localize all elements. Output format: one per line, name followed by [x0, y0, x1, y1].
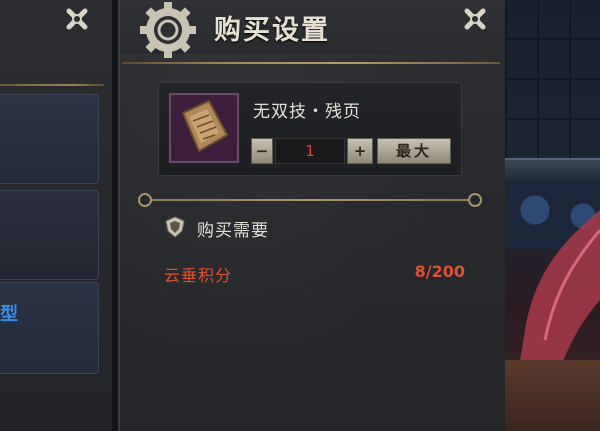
- divider-dot-left: [138, 193, 152, 207]
- item-icon: [169, 93, 239, 163]
- quantity-field[interactable]: 1: [275, 138, 345, 164]
- requirements-heading: 购买需要: [197, 221, 269, 241]
- currency-name: 云垂积分: [164, 266, 233, 285]
- background-scene: [505, 0, 600, 431]
- left-panel: 型: [0, 0, 113, 431]
- scene-window-lattice: [505, 0, 600, 160]
- title-bar: 购买设置: [120, 0, 505, 58]
- divider-dot-right: [468, 193, 482, 207]
- left-tab-1[interactable]: [0, 94, 99, 184]
- max-quantity-button[interactable]: 最大: [377, 138, 451, 164]
- scroll-page-icon: [181, 99, 229, 153]
- left-tab-3[interactable]: [0, 282, 99, 374]
- page-title: 购买设置: [214, 15, 330, 46]
- close-icon[interactable]: [62, 4, 92, 34]
- close-icon[interactable]: [460, 4, 490, 34]
- increase-quantity-button[interactable]: +: [347, 138, 373, 164]
- scene-beam: [505, 158, 600, 182]
- decrease-quantity-button[interactable]: −: [251, 138, 273, 164]
- shield-icon: [165, 216, 185, 238]
- currency-value: 8/200: [414, 262, 465, 281]
- gear-icon: [140, 2, 196, 58]
- item-name: 无双技・残页: [253, 102, 361, 122]
- left-tab-label: 型: [0, 304, 18, 325]
- item-card: 无双技・残页 − 1 + 最大: [158, 82, 462, 176]
- title-divider: [122, 62, 500, 64]
- purchase-settings-panel: 购买设置 无双技・残页 − 1 + 最大 购买需要 云垂积分 8/200: [118, 0, 507, 431]
- section-divider: [146, 199, 476, 201]
- left-tab-2[interactable]: [0, 190, 99, 280]
- scene-floor: [505, 360, 600, 431]
- left-divider: [0, 84, 104, 86]
